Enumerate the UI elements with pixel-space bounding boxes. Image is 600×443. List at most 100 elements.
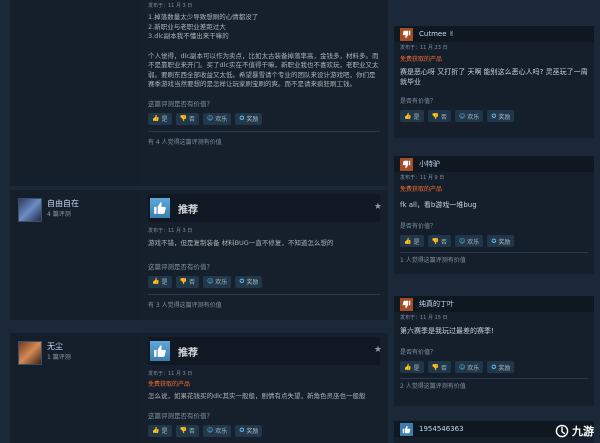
side-review-card: Cutmee ✌ 发布于：11 月 23 日 免费获取的产品 赛是恶心呀 又打折…	[394, 26, 594, 138]
watermark-logo: 九游	[555, 423, 594, 439]
award-icon: ✪	[239, 427, 245, 434]
thumbs-down-icon	[400, 157, 413, 171]
vote-yes-button[interactable]: 👍 是	[400, 110, 424, 122]
award-icon: ✪	[491, 363, 497, 371]
thumbs-down-icon: 👎	[179, 115, 187, 122]
award-button[interactable]: ✪ 奖励	[235, 112, 263, 125]
side-review-column: Cutmee ✌ 发布于：11 月 23 日 免费获取的产品 赛是恶心呀 又打折…	[390, 0, 600, 443]
helpful-count: 有 4 人觉得这篇评测有价值	[148, 138, 222, 146]
verdict-label: 推荐	[178, 347, 198, 359]
vote-yes-button[interactable]: 👍 是	[400, 361, 424, 373]
helpful-question: 是否有价值？	[400, 98, 437, 105]
side-review-card: 小特驴 发布于：11 月 9 日 免费获取的产品 fk all，看b游戏一堆bu…	[394, 156, 594, 274]
helpful-count: 1 人觉得这篇评测有价值	[400, 257, 466, 264]
free-product-tag: 免费获取的产品	[400, 186, 443, 193]
vote-no-button[interactable]: 👎 否	[427, 235, 451, 247]
award-label: 奖励	[246, 279, 259, 286]
review-verdict[interactable]: 推荐	[148, 194, 380, 222]
helpful-question: 这篇评测是否有价值？	[148, 262, 213, 271]
vote-no-button[interactable]: 👎 否	[175, 275, 199, 288]
smile-icon: ☺	[207, 278, 214, 285]
smile-icon: ☺	[459, 112, 466, 120]
vote-funny-button[interactable]: ☺ 欢乐	[455, 110, 484, 122]
thumbs-up-icon	[150, 341, 170, 361]
review-line: 2.新职业与老职业差距过大	[148, 22, 226, 31]
award-button[interactable]: ✪ 奖励	[487, 110, 515, 122]
award-button[interactable]: ✪ 奖励	[235, 424, 263, 437]
vote-funny-button[interactable]: ☺ 欢乐	[203, 112, 232, 125]
vote-yes-button[interactable]: 👍 是	[148, 112, 172, 125]
award-button[interactable]: ✪ 奖励	[235, 275, 263, 288]
smile-icon: ☺	[207, 115, 214, 122]
vote-yes-button[interactable]: 👍 是	[148, 275, 172, 288]
author-name[interactable]: 纯真的丁叶	[419, 299, 454, 309]
vote-yes-label: 是	[413, 113, 420, 121]
vote-no-button[interactable]: 👎 否	[427, 361, 451, 373]
side-review-card: 纯真的丁叶 发布于：11 月 15 日 第六赛季是我玩过最差的赛季! 是否有价值…	[394, 296, 594, 406]
thumbs-down-icon: 👎	[179, 427, 187, 434]
author-name[interactable]: 1954546363	[419, 425, 464, 433]
thumbs-up-icon	[400, 422, 413, 436]
vote-no-button[interactable]: 👎 否	[175, 424, 199, 437]
review-verdict[interactable]: 推荐	[148, 337, 380, 365]
side-review-header[interactable]: Cutmee ✌	[394, 26, 594, 42]
vote-buttons: 👍 是 👎 否 ☺ 欢乐 ✪ 奖励	[400, 110, 588, 122]
vote-funny-button[interactable]: ☺ 欢乐	[203, 275, 232, 288]
divider	[400, 378, 588, 379]
thumbs-down-icon: 👎	[431, 237, 439, 245]
vote-funny-button[interactable]: ☺ 欢乐	[455, 235, 484, 247]
free-product-tag: 免费获取的产品	[148, 381, 191, 388]
award-label: 奖励	[498, 364, 511, 372]
avatar[interactable]	[18, 341, 42, 365]
review-card: 自由自在 4 篇评测 推荐 ★ 发布于：11 月 3 日 游戏不错，但是复制装备…	[10, 190, 388, 320]
review-line: 1.掉落数量太少导致想刷的心情都没了	[148, 13, 259, 21]
vote-no-label: 否	[440, 113, 447, 121]
vote-buttons: 👍 是 👎 否 ☺ 欢乐 ✪ 奖励	[148, 424, 380, 437]
review-card: 发布于：11 月 3 日 1.掉落数量太少导致想刷的心情都没了 2.新职业与老职…	[10, 0, 388, 186]
verdict-label: 推荐	[178, 204, 198, 216]
review-text: 第六赛季是我玩过最差的赛季!	[400, 327, 494, 335]
award-button[interactable]: ✪ 奖励	[487, 361, 515, 373]
vote-funny-button[interactable]: ☺ 欢乐	[455, 361, 484, 373]
review-text: 怎么说，如果花钱买的dlc其实一般般，剧情有点失望，新角色灵巫也一般般	[148, 392, 366, 400]
vote-no-button[interactable]: 👎 否	[175, 112, 199, 125]
vote-yes-label: 是	[413, 238, 420, 246]
star-icon[interactable]: ★	[374, 345, 382, 355]
watermark-text: 九游	[572, 425, 594, 438]
vote-no-label: 否	[188, 279, 195, 286]
award-label: 奖励	[498, 238, 511, 246]
award-icon: ✪	[491, 112, 497, 120]
thumbs-down-icon: 👎	[179, 278, 187, 285]
avatar[interactable]	[18, 198, 42, 222]
review-column: 发布于：11 月 3 日 1.掉落数量太少导致想刷的心情都没了 2.新职业与老职…	[0, 0, 388, 443]
thumbs-down-icon: 👎	[431, 112, 439, 120]
review-card: 无尘 1 篇评测 推荐 ★ 发布于：11 月 3 日 免费获取的产品 怎么说，如…	[10, 333, 388, 443]
vote-no-button[interactable]: 👎 否	[427, 110, 451, 122]
star-icon[interactable]: ★	[374, 202, 382, 212]
vote-yes-button[interactable]: 👍 是	[400, 235, 424, 247]
smile-icon: ☺	[459, 237, 466, 245]
author-name[interactable]: Cutmee ✌	[419, 30, 455, 38]
helpful-question: 是否有价值？	[400, 349, 437, 356]
author-name[interactable]: 小特驴	[419, 159, 440, 169]
award-label: 奖励	[498, 113, 511, 121]
award-button[interactable]: ✪ 奖励	[487, 235, 515, 247]
vote-no-label: 否	[440, 238, 447, 246]
side-review-header[interactable]: 纯真的丁叶	[394, 296, 594, 312]
review-text: 个人觉得，dlc副本可以作为卖点，比如太古装备掉落率高，金钱多，材料多。而不是靠…	[148, 51, 379, 89]
vote-buttons: 👍 是 👎 否 ☺ 欢乐 ✪ 奖励	[400, 361, 588, 373]
vote-funny-button[interactable]: ☺ 欢乐	[203, 424, 232, 437]
side-review-header[interactable]: 小特驴	[394, 156, 594, 172]
free-product-tag: 免费获取的产品	[400, 56, 443, 63]
vote-yes-label: 是	[413, 364, 420, 372]
review-posted-date: 发布于：11 月 3 日	[148, 371, 193, 377]
vote-yes-button[interactable]: 👍 是	[148, 424, 172, 437]
vote-buttons: 👍 是 👎 否 ☺ 欢乐 ✪ 奖励	[400, 235, 588, 247]
review-body: 发布于：11 月 3 日 1.掉落数量太少导致想刷的心情都没了 2.新职业与老职…	[140, 0, 388, 186]
divider	[400, 252, 588, 253]
vote-funny-label: 欢乐	[215, 279, 228, 286]
thumbs-up-icon	[150, 198, 170, 218]
review-posted-date: 发布于：11 月 15 日	[400, 315, 448, 321]
review-author: 无尘 1 篇评测	[10, 333, 138, 373]
thumbs-down-icon	[400, 27, 413, 41]
